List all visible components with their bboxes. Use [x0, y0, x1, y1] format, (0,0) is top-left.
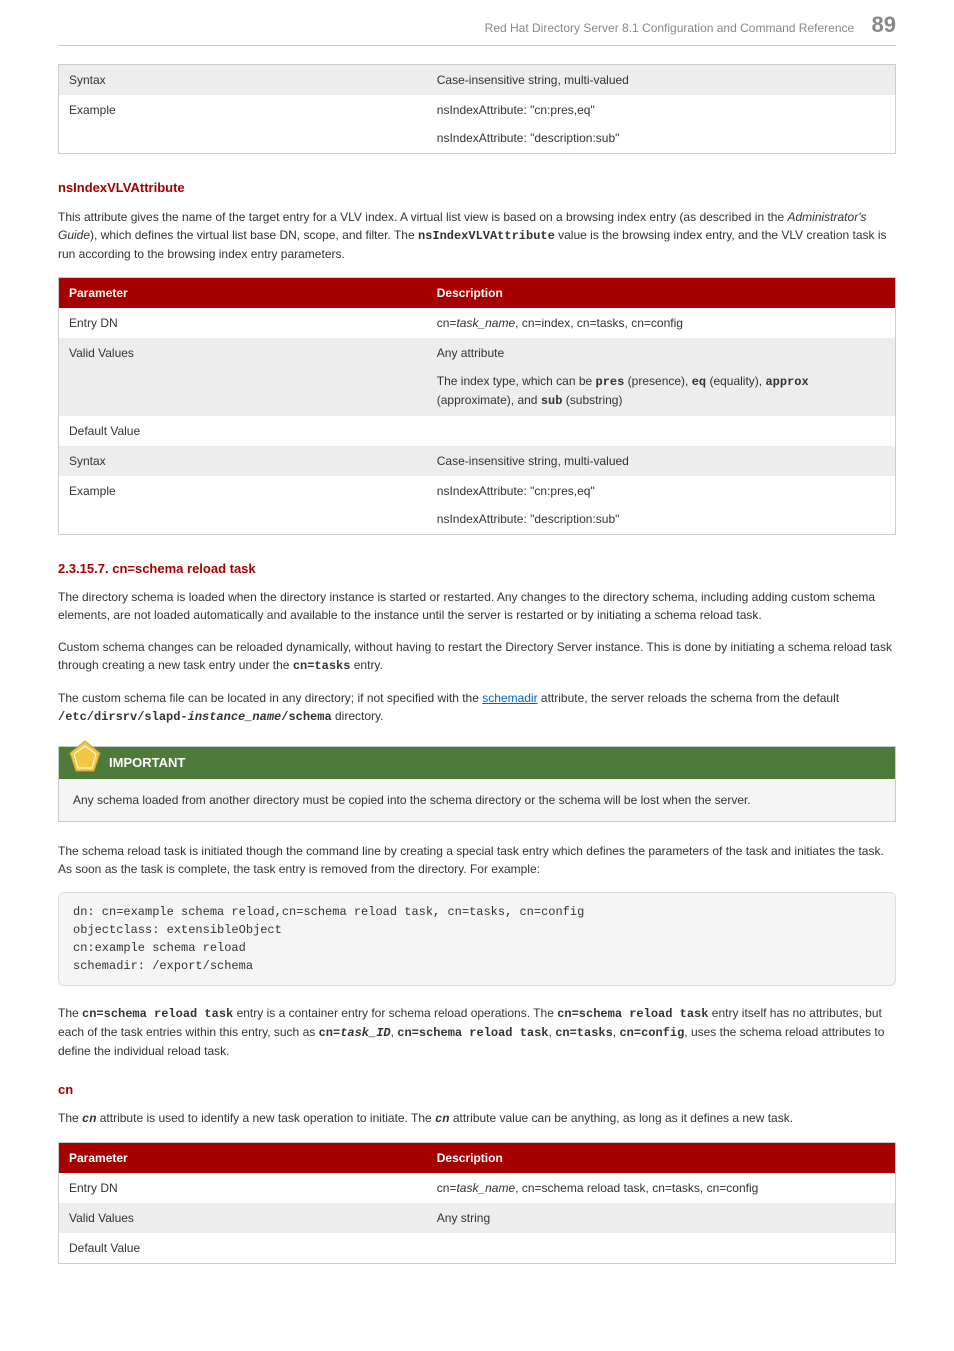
reload-p3: The custom schema file can be located in…	[58, 689, 896, 726]
th-parameter: Parameter	[59, 277, 427, 308]
desc-cell: cn=task_name, cn=index, cn=tasks, cn=con…	[427, 308, 896, 338]
param-cell: Valid Values	[59, 1203, 427, 1233]
section-heading-vlv: nsIndexVLVAttribute	[58, 178, 896, 198]
th-description: Description	[427, 1143, 896, 1174]
table-row: Entry DN cn=task_name, cn=index, cn=task…	[59, 308, 896, 338]
admonition-title: IMPORTANT	[109, 755, 185, 770]
desc-cell	[427, 416, 896, 446]
page-root: Red Hat Directory Server 8.1 Configurati…	[0, 0, 954, 1304]
table-row: Valid Values Any string	[59, 1203, 896, 1233]
attribute-table-syntax-example: Syntax Case-insensitive string, multi-va…	[58, 64, 896, 154]
section-heading-reload: 2.3.15.7. cn=schema reload task	[58, 559, 896, 579]
table-row: Valid Values Any attribute The index typ…	[59, 338, 896, 416]
param-cell: Syntax	[59, 446, 427, 476]
valid-values-p2: The index type, which can be pres (prese…	[437, 372, 885, 410]
example-l2: nsIndexAttribute: "description:sub"	[437, 510, 885, 528]
desc-cell: cn=task_name, cn=schema reload task, cn=…	[427, 1173, 896, 1203]
reload-p2: Custom schema changes can be reloaded dy…	[58, 638, 896, 675]
schemadir-link[interactable]: schemadir	[482, 691, 537, 705]
table-row: Default Value	[59, 416, 896, 446]
table-row: Syntax Case-insensitive string, multi-va…	[59, 446, 896, 476]
header-title: Red Hat Directory Server 8.1 Configurati…	[485, 21, 855, 35]
table-row: Syntax Case-insensitive string, multi-va…	[59, 65, 896, 96]
cn-paragraph: The cn attribute is used to identify a n…	[58, 1109, 896, 1128]
param-cell: Default Value	[59, 416, 427, 446]
param-cell: Entry DN	[59, 1173, 427, 1203]
code-example: dn: cn=example schema reload,cn=schema r…	[58, 892, 896, 986]
post-admon-p1: The schema reload task is initiated thou…	[58, 842, 896, 878]
page-header: Red Hat Directory Server 8.1 Configurati…	[58, 0, 896, 46]
desc-cell: Case-insensitive string, multi-valued	[427, 65, 896, 96]
attribute-table-cn: Parameter Description Entry DN cn=task_n…	[58, 1142, 896, 1264]
param-cell: Valid Values	[59, 338, 427, 416]
desc-cell: Case-insensitive string, multi-valued	[427, 446, 896, 476]
th-parameter: Parameter	[59, 1143, 427, 1174]
desc-cell	[427, 1233, 896, 1264]
param-cell: Example	[59, 95, 427, 154]
table-row: Example nsIndexAttribute: "cn:pres,eq" n…	[59, 476, 896, 535]
desc-cell: nsIndexAttribute: "cn:pres,eq" nsIndexAt…	[427, 95, 896, 154]
desc-cell: nsIndexAttribute: "cn:pres,eq" nsIndexAt…	[427, 476, 896, 535]
param-cell: Entry DN	[59, 308, 427, 338]
desc-cell: Any string	[427, 1203, 896, 1233]
desc-cell: Any attribute The index type, which can …	[427, 338, 896, 416]
section-heading-cn: cn	[58, 1080, 896, 1100]
param-cell: Default Value	[59, 1233, 427, 1264]
th-description: Description	[427, 277, 896, 308]
admonition-header: IMPORTANT	[59, 747, 895, 779]
example-l1: nsIndexAttribute: "cn:pres,eq"	[437, 482, 885, 500]
admonition-body: Any schema loaded from another directory…	[59, 779, 895, 821]
table-header-row: Parameter Description	[59, 277, 896, 308]
reload-p1: The directory schema is loaded when the …	[58, 588, 896, 624]
table-row: Entry DN cn=task_name, cn=schema reload …	[59, 1173, 896, 1203]
example-line-2: nsIndexAttribute: "description:sub"	[437, 129, 885, 147]
post-admon-p2: The cn=schema reload task entry is a con…	[58, 1004, 896, 1060]
vlv-paragraph: This attribute gives the name of the tar…	[58, 208, 896, 263]
table-header-row: Parameter Description	[59, 1143, 896, 1174]
page-number: 89	[872, 12, 896, 37]
attribute-table-vlv: Parameter Description Entry DN cn=task_n…	[58, 277, 896, 535]
example-line-1: nsIndexAttribute: "cn:pres,eq"	[437, 101, 885, 119]
important-icon	[67, 739, 103, 775]
param-cell: Example	[59, 476, 427, 535]
param-cell: Syntax	[59, 65, 427, 96]
table-row: Default Value	[59, 1233, 896, 1264]
table-row: Example nsIndexAttribute: "cn:pres,eq" n…	[59, 95, 896, 154]
admonition-important: IMPORTANT Any schema loaded from another…	[58, 746, 896, 822]
valid-values-p1: Any attribute	[437, 344, 885, 362]
